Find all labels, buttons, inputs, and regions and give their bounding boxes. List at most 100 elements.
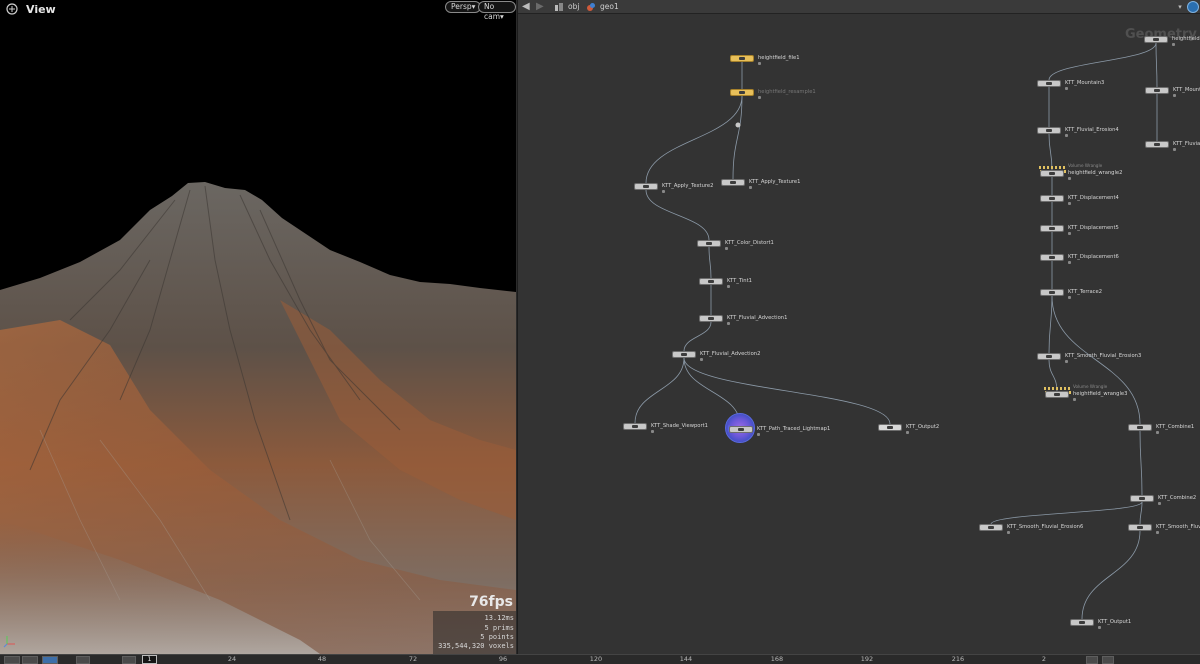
node-body[interactable] (1040, 289, 1064, 296)
node-body[interactable] (697, 240, 721, 247)
node-info-icon[interactable] (758, 96, 761, 99)
wire-ktt-combine2-to-ktt-smooth-fluvial-erosion6[interactable] (990, 501, 1143, 525)
node-info-icon[interactable] (1156, 431, 1159, 434)
wire-ktt-smooth-fluvial-r-to-ktt-output1[interactable] (1081, 530, 1141, 620)
node-info-icon[interactable] (757, 433, 760, 436)
node-info-icon[interactable] (727, 322, 730, 325)
node-body[interactable] (1040, 170, 1064, 177)
camera-select-button[interactable]: No cam▾ (478, 1, 516, 21)
wire-ktt-apply-texture2-to-ktt-color-distort1[interactable] (645, 189, 710, 241)
node-body[interactable] (729, 426, 753, 433)
node-info-icon[interactable] (1172, 43, 1175, 46)
path-dropdown-icon[interactable]: ▾ (1175, 1, 1185, 13)
node-body[interactable] (634, 183, 658, 190)
axes-gizmo-icon (3, 636, 15, 648)
node-body[interactable] (1144, 36, 1168, 43)
wire-ktt-fluvial-advection2-to-ktt-output2[interactable] (683, 357, 891, 425)
timeline-tick-label: 72 (408, 655, 418, 663)
node-info-icon[interactable] (1156, 531, 1159, 534)
node-info-icon[interactable] (1073, 398, 1076, 401)
help-icon[interactable] (1187, 1, 1199, 13)
node-info-icon[interactable] (1068, 177, 1071, 180)
node-info-icon[interactable] (1158, 502, 1161, 505)
node-info-icon[interactable] (1098, 626, 1101, 629)
wire-heightfield1-to-ktt-mountain-r[interactable] (1155, 42, 1158, 88)
timeline-end-button[interactable] (1086, 656, 1098, 664)
node-body[interactable] (1040, 225, 1064, 232)
node-body[interactable] (1045, 391, 1069, 398)
node-info-icon[interactable] (749, 186, 752, 189)
node-info-icon[interactable] (1007, 531, 1010, 534)
timeline-realtime-toggle[interactable] (42, 656, 58, 664)
scene-viewport[interactable]: View Persp▾ No cam▾ 76fps 13.12ms 5 prim… (0, 0, 516, 654)
node-body[interactable] (1037, 127, 1061, 134)
node-body[interactable] (1040, 254, 1064, 261)
node-info-icon[interactable] (1065, 87, 1068, 90)
node-body[interactable] (721, 179, 745, 186)
timeline-range-button[interactable] (1102, 656, 1114, 664)
wire-heightfield1-to-ktt-mountain3[interactable] (1048, 42, 1157, 81)
node-body[interactable] (672, 351, 696, 358)
node-info-icon[interactable] (1065, 134, 1068, 137)
forward-arrow-icon[interactable]: ▶ (536, 1, 544, 13)
node-info-icon[interactable] (725, 247, 728, 250)
node-info-icon[interactable] (758, 62, 761, 65)
wire-ktt-fluvial-advection2-to-ktt-shade-viewport1[interactable] (634, 357, 685, 424)
node-body[interactable] (979, 524, 1003, 531)
node-body[interactable] (1145, 141, 1169, 148)
wire-ktt-terrace2-to-ktt-smooth-fluvial-erosion3[interactable] (1048, 295, 1053, 354)
network-editor[interactable]: ◀ ▶ obj geo1 ▾ Geometry heightfield_file… (517, 0, 1200, 654)
node-info-icon[interactable] (651, 430, 654, 433)
wire-ktt-fluvial-erosion4-to-heightfield-wrangle2[interactable] (1048, 133, 1053, 171)
node-info-icon[interactable] (1068, 202, 1071, 205)
wire-ktt-fluvial-advection1-to-ktt-fluvial-advection2[interactable] (683, 321, 712, 352)
node-info-icon[interactable] (1068, 261, 1071, 264)
node-body[interactable] (699, 315, 723, 322)
node-info-icon[interactable] (1065, 360, 1068, 363)
node-info-icon[interactable] (1068, 296, 1071, 299)
node-body[interactable] (730, 55, 754, 62)
timeline-playback-button[interactable] (4, 656, 20, 664)
timeline-tick-label: 120 (589, 655, 603, 663)
path-segment-obj[interactable]: obj (568, 2, 579, 12)
node-info-icon[interactable] (1173, 148, 1176, 151)
node-heightfield-wrangle3[interactable]: Volume Wrangle heightfield_wrangle3 (1044, 384, 1127, 401)
node-body[interactable] (1128, 524, 1152, 531)
wire-heightfield-resample1-to-ktt-apply-texture1[interactable] (732, 95, 743, 180)
node-body[interactable] (730, 89, 754, 96)
wire-heightfield-resample1-to-ktt-apply-texture2[interactable] (645, 95, 743, 184)
node-body[interactable] (1130, 495, 1154, 502)
wire-dot[interactable] (735, 122, 741, 128)
node-info-icon[interactable] (700, 358, 703, 361)
node-info-icon[interactable] (727, 285, 730, 288)
node-body[interactable] (699, 278, 723, 285)
camera-mode-button[interactable]: Persp▾ (445, 1, 482, 13)
timeline-prev-key-button[interactable] (122, 656, 136, 664)
node-body[interactable] (623, 423, 647, 430)
node-body[interactable] (1128, 424, 1152, 431)
node-graph-canvas[interactable]: Geometry heightfield_file1 heightfield_re… (518, 15, 1200, 654)
node-body[interactable] (1037, 80, 1061, 87)
node-body[interactable] (1037, 353, 1061, 360)
viewer-state-icon[interactable] (4, 2, 20, 16)
timeline-tick-label: 24 (227, 655, 237, 663)
wire-ktt-combine1-to-ktt-combine2[interactable] (1139, 430, 1143, 496)
node-heightfield-wrangle2[interactable]: Volume Wrangle heightfield_wrangle2 (1039, 163, 1122, 180)
timeline-step-button[interactable] (22, 656, 38, 664)
timeline-start-button[interactable] (76, 656, 90, 664)
wire-ktt-combine2-to-ktt-smooth-fluvial-r[interactable] (1139, 501, 1143, 525)
node-info-icon[interactable] (906, 431, 909, 434)
node-body[interactable] (1145, 87, 1169, 94)
node-info-icon[interactable] (662, 190, 665, 193)
path-segment-geo[interactable]: geo1 (600, 2, 619, 12)
node-ktt-path-traced-lightmap1[interactable]: KTT_Path_Traced_Lightmap1 (728, 425, 830, 436)
node-body[interactable] (878, 424, 902, 431)
node-info-icon[interactable] (1173, 94, 1176, 97)
node-info-icon[interactable] (1068, 232, 1071, 235)
back-arrow-icon[interactable]: ◀ (522, 1, 530, 13)
timeline-bar[interactable]: 1 24 48 72 96 120 144 168 192 216 2 (0, 654, 1200, 664)
node-body[interactable] (1070, 619, 1094, 626)
current-frame-field[interactable]: 1 (142, 655, 157, 664)
wire-ktt-color-distort1-to-ktt-tint1[interactable] (708, 246, 712, 279)
node-body[interactable] (1040, 195, 1064, 202)
